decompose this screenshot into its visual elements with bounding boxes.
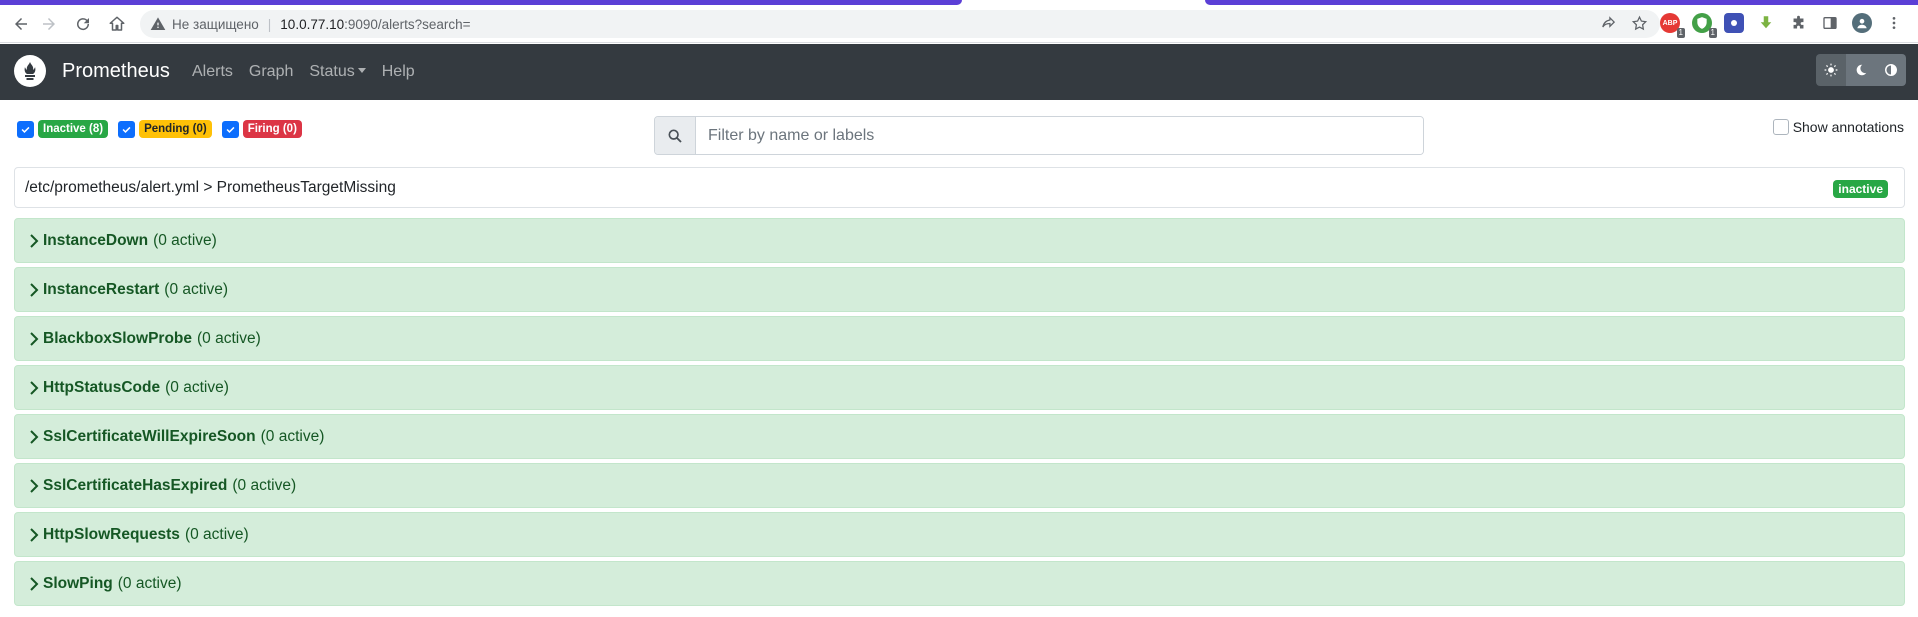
search-box bbox=[654, 116, 1424, 155]
bookmark-star-icon[interactable] bbox=[1631, 15, 1648, 32]
rule-active-count: (0 active) bbox=[260, 427, 325, 445]
shield-badge: 1 bbox=[1708, 28, 1717, 38]
rule-name: HttpSlowRequests bbox=[43, 525, 180, 543]
browser-toolbar: Не защищено | 10.0.77.10 :9090/alerts?se… bbox=[0, 5, 1918, 43]
search-icon bbox=[668, 129, 682, 143]
search-input[interactable] bbox=[696, 117, 1423, 154]
show-annotations-label: Show annotations bbox=[1792, 119, 1904, 135]
back-arrow-icon bbox=[15, 18, 27, 30]
list-item[interactable]: InstanceDown (0 active) bbox=[14, 218, 1905, 263]
nav-status-label: Status bbox=[309, 63, 355, 80]
chevron-right-icon bbox=[30, 429, 39, 444]
address-bar[interactable]: Не защищено | 10.0.77.10 :9090/alerts?se… bbox=[140, 10, 1660, 38]
chevron-right-icon bbox=[30, 576, 39, 591]
download-arrow-icon[interactable] bbox=[1756, 13, 1776, 33]
extension-icons: ABP 1 1 bbox=[1660, 13, 1904, 38]
rule-list: InstanceDown (0 active) InstanceRestart (0 … bbox=[14, 218, 1905, 610]
list-item[interactable]: SslCertificateWillExpireSoon (0 active) bbox=[14, 414, 1905, 459]
prometheus-navbar: Prometheus Alerts Graph Status Help bbox=[0, 44, 1918, 100]
omnibox-separator: | bbox=[267, 16, 272, 32]
rule-name: InstanceRestart bbox=[43, 280, 160, 298]
puzzle-ext-icon[interactable] bbox=[1724, 13, 1744, 33]
check-icon bbox=[226, 126, 235, 133]
show-annotations-checkbox[interactable] bbox=[1772, 119, 1789, 135]
firing-checkbox[interactable] bbox=[221, 120, 239, 138]
share-icon[interactable] bbox=[1600, 15, 1617, 32]
nav-graph[interactable]: Graph bbox=[249, 63, 293, 81]
rule-active-count: (0 active) bbox=[153, 231, 217, 249]
reload-icon bbox=[77, 18, 90, 31]
rule-name: InstanceDown bbox=[43, 231, 149, 249]
chevron-right-icon bbox=[30, 478, 39, 493]
url-host: 10.0.77.10 bbox=[280, 16, 345, 32]
chevron-right-icon bbox=[30, 527, 39, 542]
nav-status[interactable]: Status bbox=[309, 63, 366, 81]
security-status[interactable]: Не защищено bbox=[172, 17, 259, 32]
forward-button[interactable] bbox=[36, 11, 62, 37]
chevron-right-icon bbox=[30, 282, 39, 297]
prometheus-logo-icon[interactable] bbox=[14, 55, 46, 87]
list-item[interactable]: InstanceRestart (0 active) bbox=[14, 267, 1905, 312]
list-item[interactable]: HttpSlowRequests (0 active) bbox=[14, 512, 1905, 557]
check-icon bbox=[122, 126, 131, 133]
shield-extension-icon[interactable]: 1 bbox=[1692, 13, 1717, 38]
profile-avatar-icon[interactable] bbox=[1852, 13, 1872, 33]
list-item[interactable]: SlowPing (0 active) bbox=[14, 561, 1905, 606]
chevron-right-icon bbox=[30, 233, 39, 248]
search-addon bbox=[655, 117, 696, 154]
back-button[interactable] bbox=[8, 11, 34, 37]
chevron-down-icon bbox=[357, 68, 366, 73]
theme-toggle-group bbox=[1816, 54, 1906, 86]
rule-name: BlackboxSlowProbe bbox=[43, 329, 193, 347]
rule-active-count: (0 active) bbox=[117, 574, 182, 592]
adblock-badge: 1 bbox=[1676, 28, 1685, 38]
show-annotations-toggle[interactable]: Show annotations bbox=[1772, 119, 1904, 135]
list-item[interactable]: SslCertificateHasExpired (0 active) bbox=[14, 463, 1905, 508]
sun-icon bbox=[1824, 63, 1838, 77]
url-path: :9090/alerts?search= bbox=[344, 16, 471, 32]
extensions-icon[interactable] bbox=[1788, 13, 1808, 33]
home-icon bbox=[109, 16, 125, 31]
rule-active-count: (0 active) bbox=[164, 280, 229, 298]
inactive-filter-badge[interactable]: Inactive (8) bbox=[38, 120, 109, 138]
home-button[interactable] bbox=[104, 11, 130, 37]
status-badge: inactive bbox=[1833, 180, 1888, 198]
moon-icon bbox=[1856, 64, 1867, 76]
rule-group-header: /etc/prometheus/alert.yml > PrometheusTa… bbox=[14, 167, 1905, 208]
rule-active-count: (0 active) bbox=[184, 525, 249, 543]
light-theme-button[interactable] bbox=[1816, 54, 1846, 86]
rule-name: HttpStatusCode bbox=[43, 378, 161, 396]
inactive-checkbox[interactable] bbox=[17, 120, 34, 138]
reload-button[interactable] bbox=[70, 11, 96, 37]
rule-name: SslCertificateWillExpireSoon bbox=[43, 427, 256, 445]
dark-theme-button[interactable] bbox=[1846, 54, 1876, 86]
adblock-icon[interactable]: ABP 1 bbox=[1660, 13, 1685, 38]
chevron-right-icon bbox=[30, 331, 39, 346]
contrast-icon bbox=[1885, 64, 1897, 76]
firing-filter-badge[interactable]: Firing (0) bbox=[242, 120, 302, 138]
warning-icon bbox=[150, 17, 166, 30]
auto-theme-button[interactable] bbox=[1876, 54, 1906, 86]
nav-alerts[interactable]: Alerts bbox=[192, 63, 233, 81]
list-item[interactable]: HttpStatusCode (0 active) bbox=[14, 365, 1905, 410]
forward-arrow-icon bbox=[43, 18, 55, 30]
rule-active-count: (0 active) bbox=[232, 476, 297, 494]
menu-kebab-icon[interactable] bbox=[1884, 13, 1904, 33]
check-icon bbox=[21, 126, 30, 133]
rule-name: SlowPing bbox=[43, 574, 113, 592]
rule-active-count: (0 active) bbox=[165, 378, 229, 396]
side-panel-icon[interactable] bbox=[1820, 13, 1840, 33]
nav-help[interactable]: Help bbox=[382, 63, 415, 81]
pending-checkbox[interactable] bbox=[118, 120, 136, 138]
chevron-right-icon bbox=[30, 380, 39, 395]
nav-links: Alerts Graph Status Help bbox=[192, 63, 415, 81]
pending-filter-badge[interactable]: Pending (0) bbox=[139, 120, 212, 138]
rule-group-path: /etc/prometheus/alert.yml > PrometheusTa… bbox=[25, 178, 396, 196]
list-item[interactable]: BlackboxSlowProbe (0 active) bbox=[14, 316, 1905, 361]
state-filters: Inactive (8) Pending (0) Firing (0) bbox=[17, 120, 308, 138]
rule-active-count: (0 active) bbox=[197, 329, 261, 347]
brand-title[interactable]: Prometheus bbox=[62, 60, 170, 83]
rule-name: SslCertificateHasExpired bbox=[43, 476, 228, 494]
